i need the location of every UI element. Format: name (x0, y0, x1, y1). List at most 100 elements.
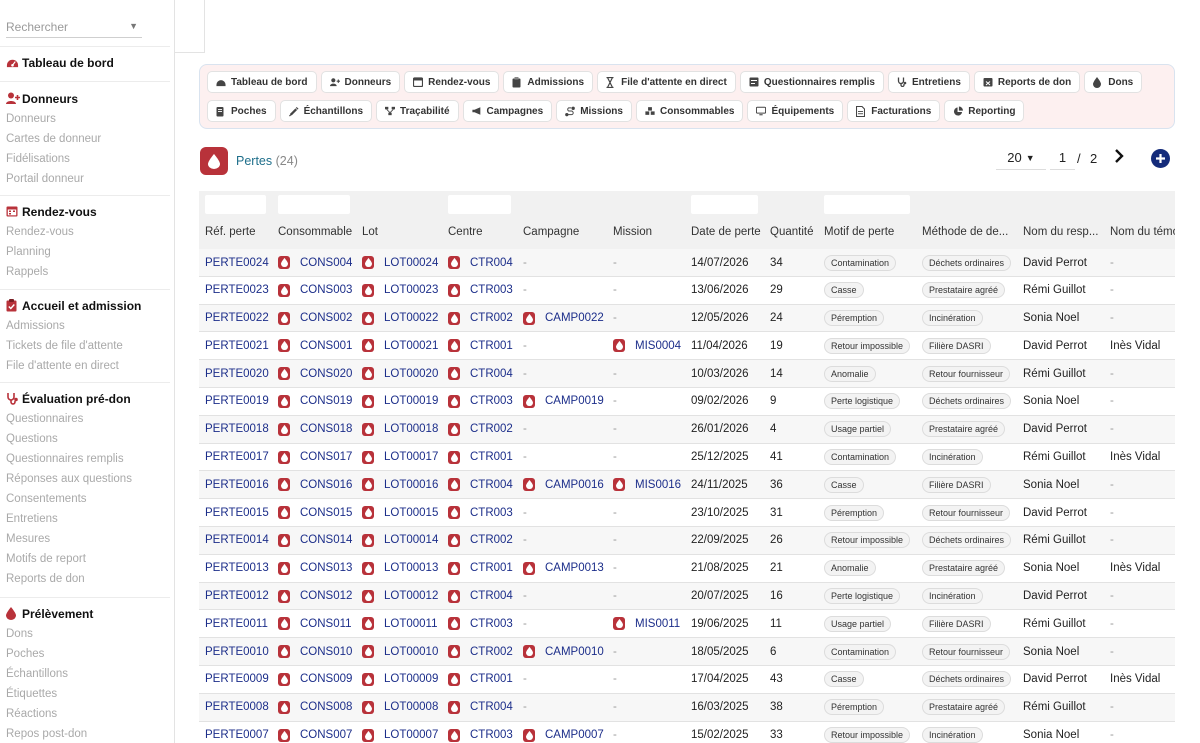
column-header[interactable]: Centre (448, 226, 483, 238)
relation-link[interactable]: CTR004 (448, 471, 513, 498)
relation-link[interactable]: CTR004 (448, 583, 513, 610)
table-row[interactable]: PERTE0012 CONS012 LOT00012 CTR004- -20/07/20… (199, 582, 1175, 611)
sidebar-item[interactable]: Réponses aux questions (0, 469, 174, 489)
relation-link[interactable]: LOT00019 (362, 388, 438, 415)
module-chip[interactable]: Rendez-vous (404, 71, 500, 93)
column-header[interactable]: Campagne (523, 226, 579, 238)
record-ref-link[interactable]: PERTE0018 (205, 416, 269, 443)
module-chip[interactable]: Poches (207, 100, 276, 122)
record-ref-link[interactable]: PERTE0014 (205, 527, 269, 554)
sidebar-section-header[interactable]: Accueil et admission (0, 296, 174, 316)
record-ref-link[interactable]: PERTE0010 (205, 638, 269, 665)
sidebar-item[interactable]: Repos post-don (0, 724, 174, 743)
table-row[interactable]: PERTE0011 CONS011 LOT00011 CTR003- MIS0011 19… (199, 610, 1175, 639)
record-ref-link[interactable]: PERTE0021 (205, 332, 269, 359)
relation-link[interactable]: CTR002 (448, 527, 513, 554)
relation-link[interactable]: CTR002 (448, 416, 513, 443)
column-header[interactable]: Mission (613, 226, 652, 238)
page-size-select[interactable]: 20 ▼ (996, 146, 1046, 170)
relation-link[interactable]: LOT00009 (362, 666, 438, 693)
sidebar-item[interactable]: Rappels (0, 262, 174, 282)
relation-link[interactable]: CTR003 (448, 610, 513, 637)
table-row[interactable]: PERTE0021 CONS001 LOT00021 CTR001- MIS0004 11… (199, 332, 1175, 361)
relation-link[interactable]: LOT00008 (362, 694, 438, 721)
module-chip[interactable]: Tableau de bord (207, 71, 317, 93)
column-header[interactable]: Nom du resp... (1023, 226, 1105, 238)
sidebar-item[interactable]: Questionnaires (0, 409, 174, 429)
table-row[interactable]: PERTE0020 CONS020 LOT00020 CTR004- -10/03/20… (199, 360, 1175, 388)
module-chip[interactable]: Dons (1084, 71, 1143, 93)
table-row[interactable]: PERTE0007 CONS007 LOT00007 CTR003 CAMP0007-1… (199, 722, 1175, 743)
table-row[interactable]: PERTE0019 CONS019 LOT00019 CTR003 CAMP0019-0… (199, 388, 1175, 416)
chevron-down-icon[interactable]: ▼ (129, 21, 138, 31)
relation-link[interactable]: CTR002 (448, 305, 513, 332)
relation-link[interactable]: CTR001 (448, 332, 513, 359)
module-chip[interactable]: Échantillons (279, 100, 373, 122)
record-ref-link[interactable]: PERTE0011 (205, 610, 268, 637)
sidebar-item[interactable]: Motifs de report (0, 549, 174, 569)
column-header[interactable]: Date de perte (691, 226, 761, 238)
table-row[interactable]: PERTE0015 CONS015 LOT00015 CTR003- -23/10/20… (199, 499, 1175, 527)
relation-link[interactable]: CONS004 (278, 249, 352, 276)
relation-link[interactable]: CAMP0007 (523, 722, 604, 743)
relation-link[interactable]: CTR004 (448, 360, 513, 387)
sidebar-item[interactable]: Portail donneur (0, 169, 174, 189)
add-button[interactable] (1151, 149, 1170, 168)
table-row[interactable]: PERTE0009 CONS009 LOT00009 CTR001- -17/04/20… (199, 666, 1175, 694)
relation-link[interactable]: CAMP0013 (523, 555, 604, 582)
table-row[interactable]: PERTE0024 CONS004 LOT00024 CTR004- -14/07/20… (199, 249, 1175, 277)
sidebar-item[interactable]: Questionnaires remplis (0, 449, 174, 469)
column-header[interactable]: Méthode de de... (922, 226, 1012, 238)
sidebar-item[interactable]: Donneurs (0, 109, 174, 129)
module-chip[interactable]: Missions (556, 100, 632, 122)
column-filter-input[interactable] (448, 195, 511, 214)
sidebar-item[interactable]: Entretiens (0, 509, 174, 529)
relation-link[interactable]: CTR001 (448, 555, 513, 582)
table-row[interactable]: PERTE0018 CONS018 LOT00018 CTR002- -26/01/20… (199, 415, 1175, 444)
relation-link[interactable]: CTR001 (448, 444, 513, 471)
relation-link[interactable]: CONS013 (278, 555, 352, 582)
relation-link[interactable]: CONS015 (278, 499, 352, 526)
module-chip[interactable]: Reporting (944, 100, 1025, 122)
relation-link[interactable]: LOT00012 (362, 583, 438, 610)
relation-link[interactable]: CTR003 (448, 499, 513, 526)
sidebar-section-header[interactable]: Prélèvement (0, 604, 174, 624)
sidebar-item[interactable]: Échantillons (0, 664, 174, 684)
relation-link[interactable]: MIS0016 (613, 471, 681, 498)
module-chip[interactable]: Consommables (635, 100, 744, 122)
relation-link[interactable]: LOT00020 (362, 360, 438, 387)
search-input[interactable] (6, 18, 124, 36)
relation-link[interactable]: CONS020 (278, 360, 352, 387)
module-chip[interactable]: Équipements (747, 100, 844, 122)
column-header[interactable]: Motif de perte (824, 226, 894, 238)
relation-link[interactable]: LOT00013 (362, 555, 438, 582)
sidebar-item[interactable]: Réactions (0, 704, 174, 724)
current-page-input[interactable]: 1 (1050, 146, 1075, 170)
record-ref-link[interactable]: PERTE0024 (205, 249, 269, 276)
record-ref-link[interactable]: PERTE0023 (205, 277, 269, 304)
relation-link[interactable]: LOT00022 (362, 305, 438, 332)
relation-link[interactable]: CAMP0022 (523, 305, 604, 332)
column-header[interactable]: Quantité (770, 226, 813, 238)
sidebar-section-header[interactable]: Rendez-vous (0, 202, 174, 222)
sidebar-dashboard[interactable]: Tableau de bord (0, 53, 174, 73)
sidebar-item[interactable]: Cartes de donneur (0, 129, 174, 149)
record-ref-link[interactable]: PERTE0020 (205, 360, 269, 387)
sidebar-item[interactable]: Tickets de file d'attente (0, 336, 174, 356)
column-filter-input[interactable] (691, 195, 758, 214)
relation-link[interactable]: CTR004 (448, 249, 513, 276)
table-row[interactable]: PERTE0017 CONS017 LOT00017 CTR001- -25/12/20… (199, 444, 1175, 472)
relation-link[interactable]: CONS016 (278, 471, 352, 498)
record-ref-link[interactable]: PERTE0017 (205, 444, 269, 471)
relation-link[interactable]: MIS0004 (613, 332, 681, 359)
column-header[interactable]: Réf. perte (205, 226, 256, 238)
module-chip[interactable]: Campagnes (462, 100, 553, 122)
relation-link[interactable]: CAMP0019 (523, 388, 604, 415)
search-box[interactable]: ▼ (6, 18, 142, 38)
relation-link[interactable]: MIS0011 (613, 610, 680, 637)
relation-link[interactable]: CTR004 (448, 694, 513, 721)
relation-link[interactable]: LOT00007 (362, 722, 438, 743)
module-chip[interactable]: Facturations (847, 100, 941, 122)
relation-link[interactable]: CONS017 (278, 444, 352, 471)
relation-link[interactable]: CONS001 (278, 332, 352, 359)
